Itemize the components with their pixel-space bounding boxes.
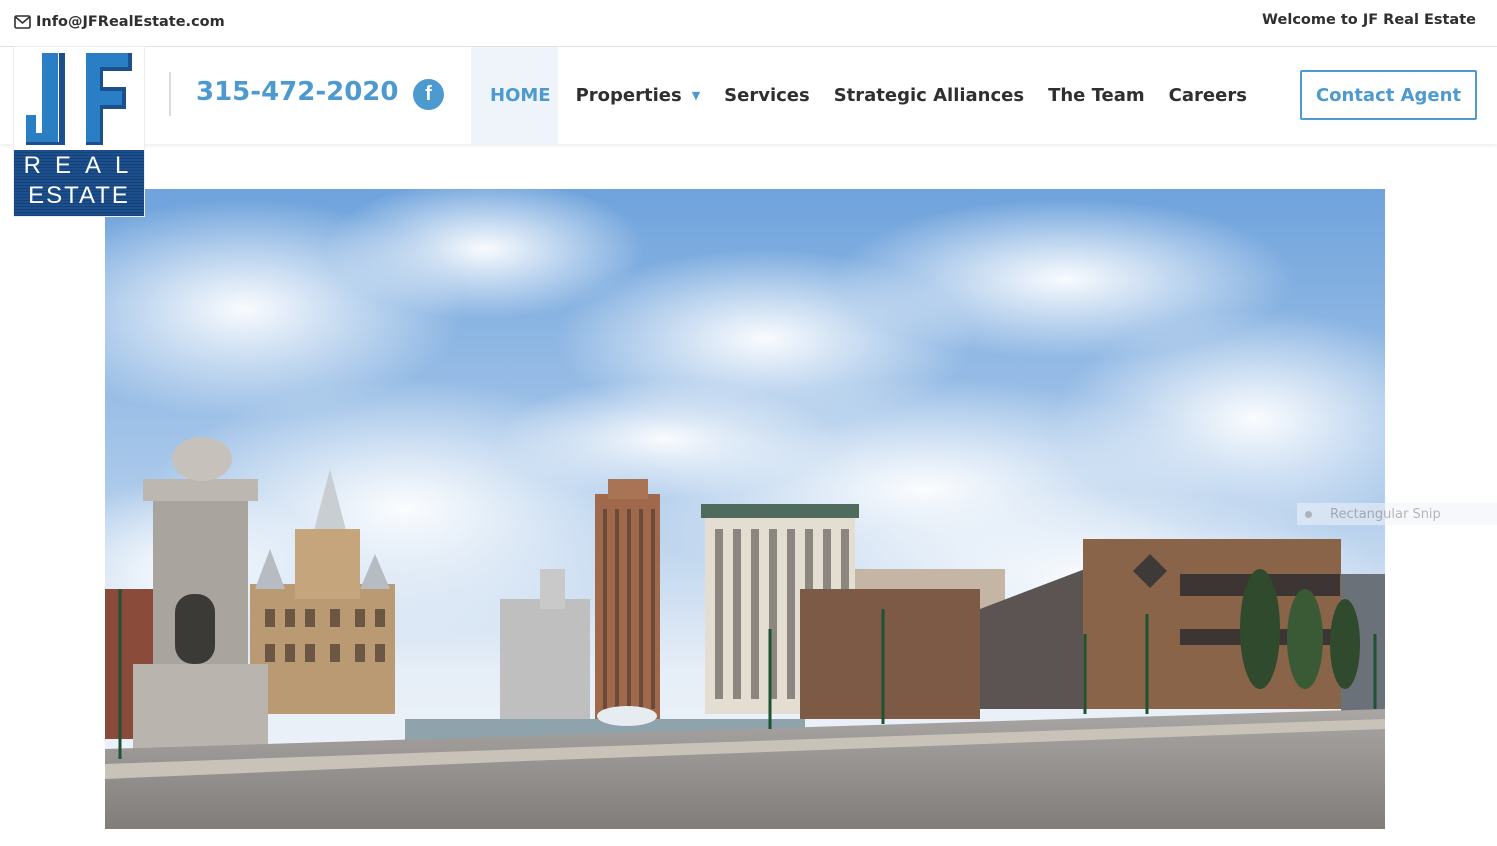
snip-dot-icon <box>1305 510 1312 518</box>
snip-label: Rectangular Snip <box>1330 506 1441 522</box>
nav-the-team[interactable]: The Team <box>1048 47 1145 144</box>
jf-real-estate-logo[interactable]: REAL ESTATE <box>14 47 144 216</box>
city-square-photo <box>105 189 1385 829</box>
facebook-icon[interactable]: f <box>413 79 444 110</box>
nav-properties[interactable]: Properties ▼ <box>576 47 701 144</box>
main-header: REAL ESTATE 315-472-2020 f HOME Properti… <box>0 47 1497 216</box>
email-text: Info@JFRealEstate.com <box>36 14 225 30</box>
nav-careers[interactable]: Careers <box>1169 47 1247 144</box>
logo-band: REAL ESTATE <box>14 150 144 216</box>
header-divider <box>169 72 171 116</box>
main-nav: HOME Properties ▼ Services Strategic All… <box>471 47 1271 144</box>
logo-estate-text: ESTATE <box>28 182 130 209</box>
nav-strategic-alliances[interactable]: Strategic Alliances <box>834 47 1024 144</box>
envelope-icon <box>14 15 31 29</box>
phone-link[interactable]: 315-472-2020 <box>196 77 399 107</box>
logo-real-text: REAL <box>23 152 143 179</box>
caret-down-icon: ▼ <box>691 89 701 102</box>
jf-monogram <box>26 53 132 145</box>
welcome-text: Welcome to JF Real Estate <box>1262 12 1476 28</box>
nav-properties-label: Properties <box>575 85 682 106</box>
email-link[interactable]: Info@JFRealEstate.com <box>14 12 225 32</box>
nav-home[interactable]: HOME <box>471 47 558 144</box>
nav-services[interactable]: Services <box>724 47 810 144</box>
rectangular-snip-overlay[interactable]: Rectangular Snip <box>1297 503 1497 525</box>
top-bar: Info@JFRealEstate.com Welcome to JF Real… <box>0 0 1497 47</box>
hero-image <box>105 189 1385 829</box>
contact-agent-button[interactable]: Contact Agent <box>1300 70 1477 120</box>
